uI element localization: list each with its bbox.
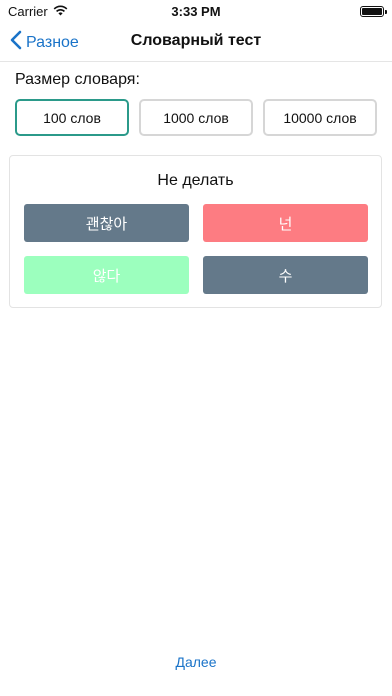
next-button[interactable]: Далее: [0, 654, 392, 670]
status-left: Carrier: [8, 4, 68, 19]
size-option-10000[interactable]: 10000 слов: [263, 99, 377, 136]
answer-button-1[interactable]: 괜찮아: [24, 204, 189, 242]
answer-button-2[interactable]: 넌: [203, 204, 368, 242]
answer-label: 넌: [278, 215, 293, 233]
answer-label: 괜찮아: [85, 215, 128, 233]
battery-icon: [360, 5, 387, 17]
test-prompt: Не делать: [157, 172, 234, 189]
navigation-bar: Разное Словарный тест: [0, 22, 392, 62]
page-title: Словарный тест: [130, 32, 262, 49]
wifi-icon: [53, 4, 68, 19]
answer-label: 수: [278, 267, 293, 285]
answer-button-4[interactable]: 수: [203, 256, 368, 294]
battery-fill: [362, 7, 382, 15]
screen: Carrier 3:33 PM Разное Словарный тест Ра…: [0, 0, 392, 696]
test-card: Не делать 괜찮아 넌 않다 수: [9, 155, 382, 308]
size-option-label: 1000 слов: [163, 109, 229, 126]
dictionary-size-label: Размер словаря:: [15, 71, 140, 88]
size-option-100[interactable]: 100 слов: [15, 99, 129, 136]
size-option-label: 10000 слов: [283, 109, 357, 126]
carrier-label: Carrier: [8, 3, 48, 19]
answer-label: 않다: [92, 267, 121, 285]
size-option-1000[interactable]: 1000 слов: [139, 99, 253, 136]
answer-button-3[interactable]: 않다: [24, 256, 189, 294]
status-bar: Carrier 3:33 PM: [0, 0, 392, 22]
size-option-label: 100 слов: [43, 109, 101, 126]
